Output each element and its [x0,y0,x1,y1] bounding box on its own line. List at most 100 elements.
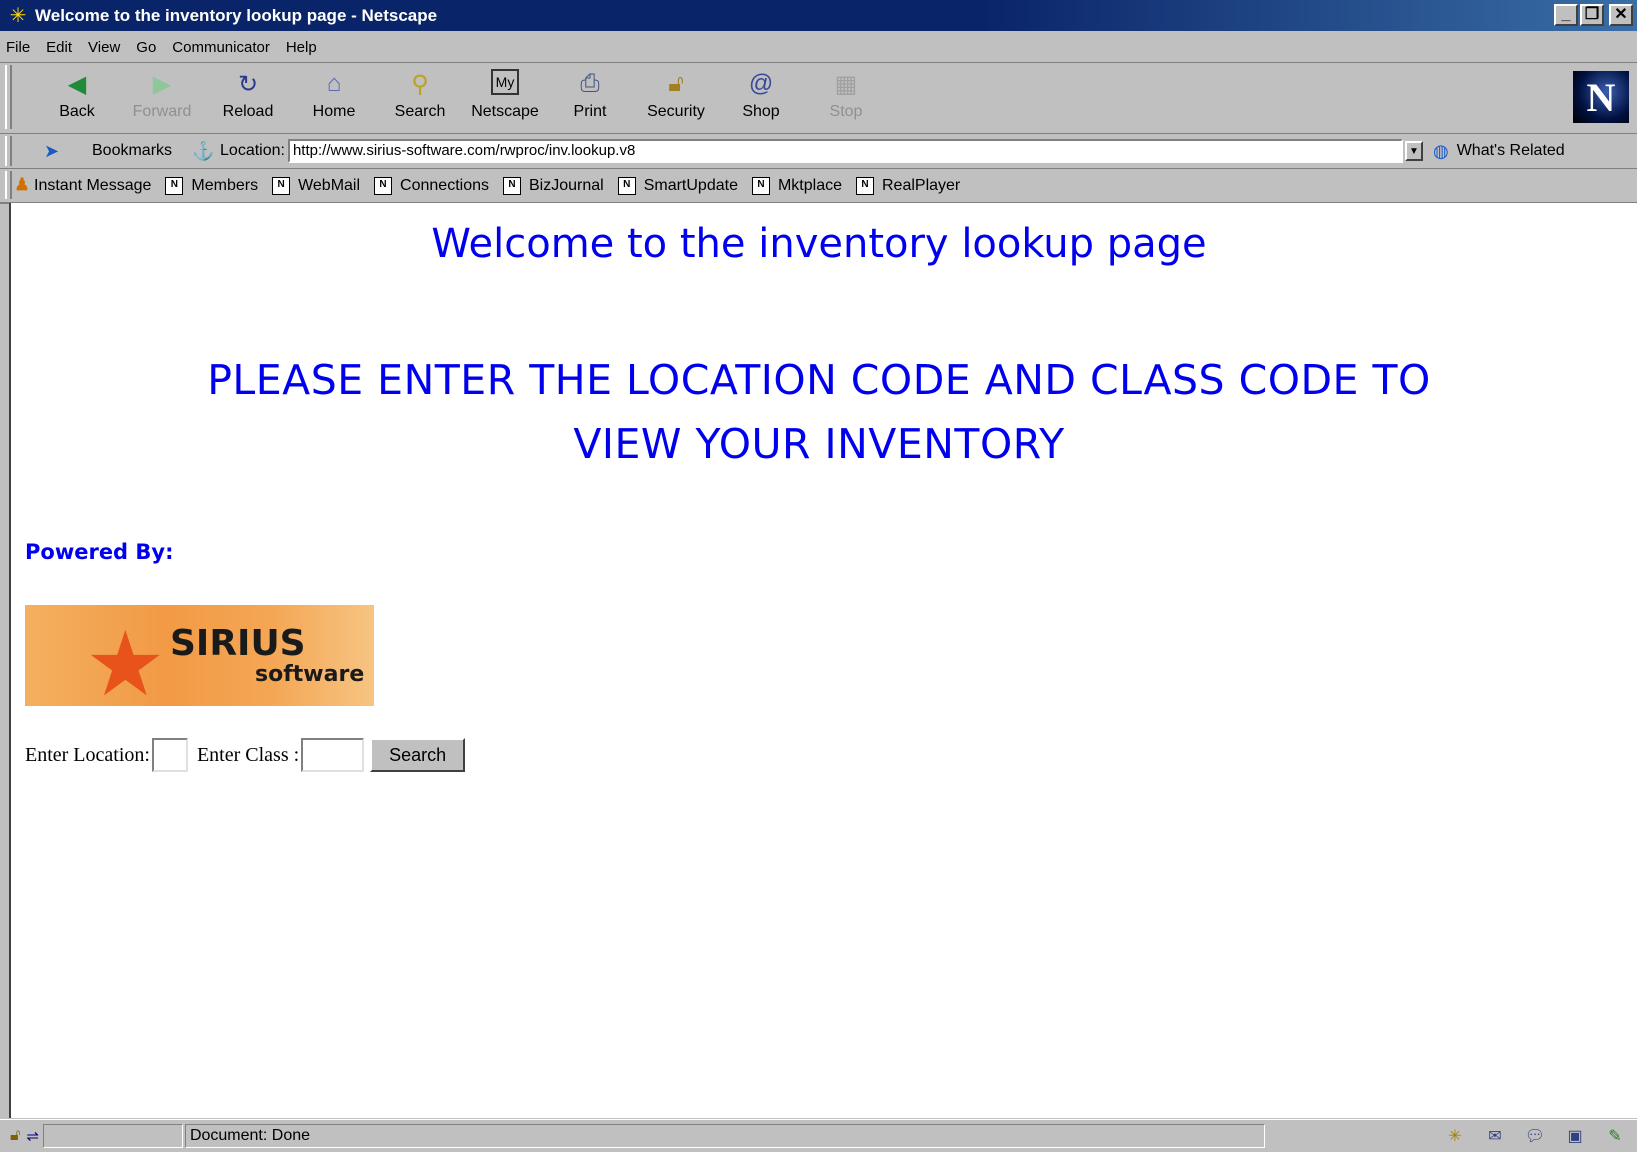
navigator-icon[interactable]: ✳ [1443,1126,1467,1146]
padlock-icon: 🔓︎ [668,70,684,97]
search-icon: ⚲ [411,70,429,98]
newsgroups-icon[interactable]: 💬︎ [1523,1126,1547,1146]
menu-edit[interactable]: Edit [46,39,72,56]
bookmark-realplayer[interactable]: N RealPlayer [856,176,960,195]
bookmark-page-icon: N [751,176,770,195]
bookmark-label: Mktplace [777,176,842,194]
home-label: Home [312,103,356,120]
forward-button[interactable]: ▶ Forward [122,69,202,121]
powered-by-label: Powered By: [25,540,174,564]
bookmark-label: WebMail [298,176,361,194]
component-bar: ✳ ✉ 💬︎ ▣ ✎ [1443,1126,1627,1146]
bookmark-page-icon: N [272,176,291,195]
personal-toolbar: ♟ Instant Message N Members N WebMail N … [0,169,1637,204]
search-submit-button[interactable]: Search [370,738,466,772]
search-toolbar-label: Search [394,103,446,120]
instruction-line-2: VIEW YOUR INVENTORY [573,420,1065,468]
bookmark-connections[interactable]: N Connections [374,176,489,195]
my-netscape-icon: My [491,69,519,95]
instruction-line-1: PLEASE ENTER THE LOCATION CODE AND CLASS… [207,356,1431,404]
bookmark-instant-message[interactable]: ♟ Instant Message [14,174,151,195]
bookmark-label: Connections [400,176,489,194]
print-label: Print [573,103,607,120]
toolbar-grip[interactable] [5,65,12,129]
my-netscape-label: Netscape [471,103,539,120]
status-text: Document: Done [184,1124,1265,1148]
toolbar-grip[interactable] [5,171,12,199]
maximize-button[interactable]: ❐ [1580,4,1604,26]
menu-help[interactable]: Help [286,39,317,56]
toolbar-grip[interactable] [5,136,12,166]
bookmark-page-icon: N [617,176,636,195]
window-controls: _ ❐ ✕ [1554,4,1633,26]
reload-icon: ↻ [237,70,259,98]
whats-related-button[interactable]: What's Related [1457,142,1565,160]
minimize-button[interactable]: _ [1554,4,1578,26]
my-netscape-button[interactable]: My Netscape [465,69,545,121]
printer-icon: ⎙ [580,70,600,97]
bookmark-mktplace[interactable]: N Mktplace [751,176,842,195]
close-button[interactable]: ✕ [1609,4,1633,26]
bookmark-label: BizJournal [529,176,604,194]
status-bar: 🔓︎ ⇌ Document: Done ✳ ✉ 💬︎ ▣ ✎ [0,1119,1637,1152]
bookmarks-button[interactable]: Bookmarks [92,142,172,160]
connection-icon[interactable]: ⇌ [26,1127,39,1145]
location-toolbar: ➤ Bookmarks ⚓ Location: http://www.siriu… [0,134,1637,169]
bookmark-webmail[interactable]: N WebMail [272,176,361,195]
class-code-input[interactable] [301,738,365,772]
address-book-icon[interactable]: ▣ [1563,1126,1587,1146]
bookmark-page-icon: N [856,176,874,195]
shopping-bag-icon: @ [748,70,774,97]
logo-sub-text: software [255,662,365,687]
page-instructions: PLEASE ENTER THE LOCATION CODE AND CLASS… [31,348,1607,476]
reload-button[interactable]: ↻ Reload [208,69,288,121]
stop-button[interactable]: ▦ Stop [806,69,886,121]
bookmark-page-icon: N [374,176,393,195]
home-button[interactable]: ⌂ Home [294,69,374,121]
star-icon: ★ [85,615,166,706]
reload-label: Reload [222,103,274,120]
navigation-toolbar: ◀ Back ▶ Forward ↻ Reload ⌂ Home ⚲ Searc… [0,63,1637,134]
back-label: Back [59,103,95,120]
menu-view[interactable]: View [88,39,120,56]
sirius-software-logo: ★ SIRIUS software [25,605,374,706]
location-url-field[interactable]: http://www.sirius-software.com/rwproc/in… [287,139,1403,163]
instant-message-icon: ♟ [14,174,30,194]
location-label: Location: [220,142,285,159]
netscape-throbber-logo[interactable]: N [1573,71,1629,123]
logo-main-text: SIRIUS [170,623,306,664]
forward-icon: ▶ [152,70,172,98]
page-content: Welcome to the inventory lookup page PLE… [9,203,1637,1118]
netscape-app-icon[interactable]: ✳ [7,5,29,27]
bookmark-members[interactable]: N Members [165,176,258,195]
print-button[interactable]: ⎙ Print [550,69,630,121]
composer-icon[interactable]: ✎ [1603,1126,1627,1146]
menu-file[interactable]: File [6,39,30,56]
bookmark-smartupdate[interactable]: N SmartUpdate [617,176,738,195]
page-proxy-icon[interactable]: ⚓ [192,141,214,162]
shop-label: Shop [742,103,780,120]
whats-related-icon[interactable]: ◍ [1433,141,1449,162]
url-history-dropdown[interactable]: ▼ [1404,141,1423,161]
forward-label: Forward [132,103,192,120]
bookmarks-icon[interactable]: ➤ [44,141,72,162]
security-lock-icon[interactable]: 🔓︎ [10,1127,20,1145]
bookmark-page-icon: N [165,176,184,195]
home-icon: ⌂ [326,70,342,97]
security-label: Security [647,103,705,120]
menu-go[interactable]: Go [136,39,156,56]
menu-communicator[interactable]: Communicator [172,39,270,56]
back-button[interactable]: ◀ Back [37,69,117,121]
location-code-input[interactable] [151,738,188,772]
stop-label: Stop [829,103,863,120]
bookmark-page-icon: N [503,176,521,195]
search-toolbar-button[interactable]: ⚲ Search [380,69,460,121]
title-bar: ✳ Welcome to the inventory lookup page -… [0,0,1637,31]
security-button[interactable]: 🔓︎ Security [636,69,716,121]
inventory-search-form: Enter Location: Enter Class : Search [25,738,466,772]
bookmark-bizjournal[interactable]: N BizJournal [503,176,604,195]
menu-bar: File Edit View Go Communicator Help [0,32,1637,63]
mail-icon[interactable]: ✉ [1483,1126,1507,1146]
shop-button[interactable]: @ Shop [721,69,801,121]
page-heading: Welcome to the inventory lookup page [431,221,1207,267]
